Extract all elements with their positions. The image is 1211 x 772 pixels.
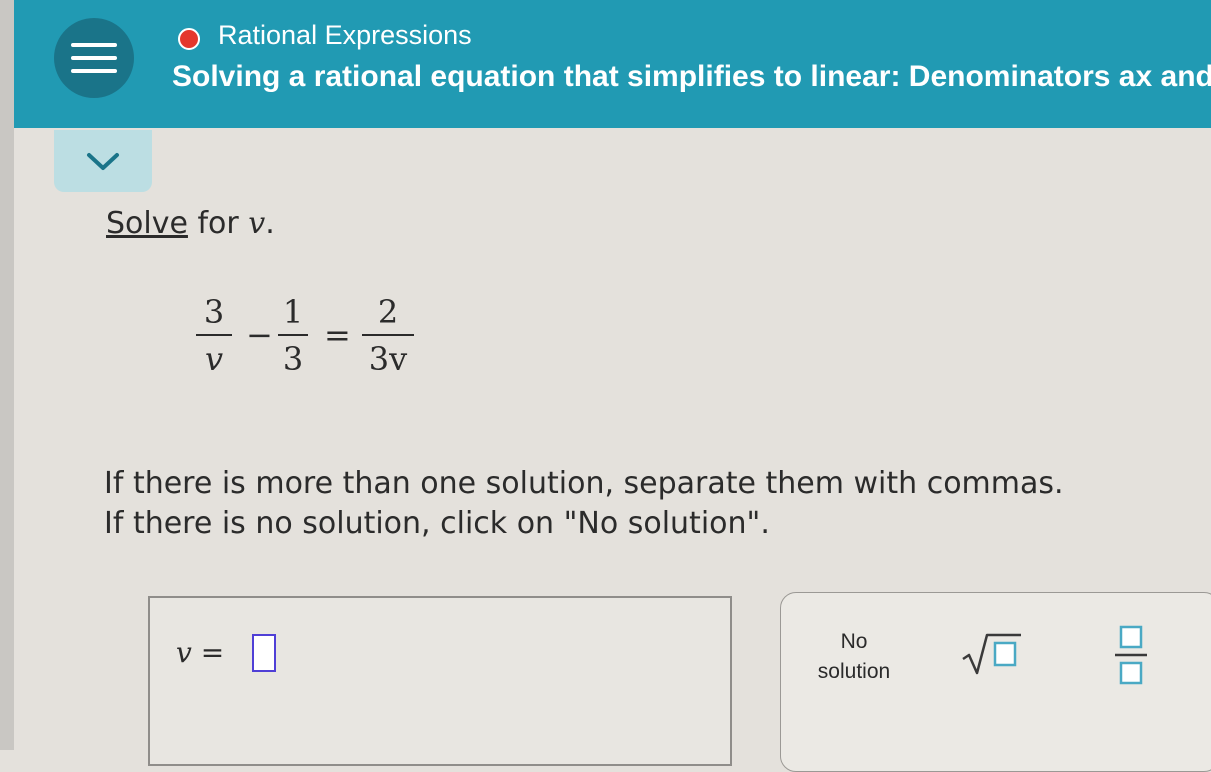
topic-label: Rational Expressions [218, 20, 472, 50]
collapse-button[interactable] [54, 130, 152, 192]
fraction-term-3: 2 3v [362, 292, 414, 380]
solve-link[interactable]: Solve [106, 206, 188, 241]
hamburger-icon [71, 43, 117, 47]
hamburger-icon-bar [71, 69, 117, 73]
status-dot-icon [178, 28, 200, 50]
page-title: Solving a rational equation that simplif… [172, 60, 1211, 93]
math-tools-panel: No solution [780, 592, 1211, 772]
denominator: v [204, 340, 224, 378]
no-solution-button[interactable]: No solution [809, 627, 899, 687]
hamburger-icon-bar [71, 56, 117, 60]
answer-equals: = [200, 636, 225, 669]
instruction-line-2: If there is no solution, click on "No so… [104, 506, 770, 541]
fraction-bar [196, 334, 232, 336]
prompt-period: . [265, 206, 275, 241]
fraction-bar [362, 334, 414, 336]
question-prompt: Solve for v. [106, 206, 275, 241]
answer-input[interactable] [252, 634, 276, 672]
prompt-text: for [187, 206, 249, 241]
prompt-variable: v [248, 206, 266, 241]
menu-button[interactable] [54, 18, 134, 98]
answer-variable: v [176, 636, 192, 669]
chevron-down-icon [87, 153, 119, 170]
fraction-term-1: 3 v [196, 292, 232, 380]
denominator: 3v [368, 340, 408, 378]
answer-label: v = [176, 636, 224, 669]
square-root-button[interactable] [961, 629, 1025, 679]
app-header: Rational Expressions Solving a rational … [14, 0, 1211, 128]
fraction-bar [278, 334, 308, 336]
no-solution-label-1: No [840, 630, 868, 653]
numerator: 2 [377, 293, 399, 331]
numerator: 3 [203, 293, 225, 331]
denominator: 3 [282, 340, 304, 378]
page-edge [0, 0, 14, 750]
minus-operator: − [246, 316, 273, 354]
no-solution-label-2: solution [817, 660, 891, 683]
instruction-line-1: If there is more than one solution, sepa… [104, 466, 1064, 501]
numerator: 1 [282, 293, 304, 331]
equals-operator: = [324, 316, 351, 354]
fraction-button[interactable] [1111, 623, 1151, 687]
instructions: If there is more than one solution, sepa… [104, 464, 1064, 544]
fraction-icon [1115, 625, 1147, 685]
square-root-icon [962, 633, 1021, 675]
fraction-term-2: 1 3 [278, 292, 308, 380]
answer-area: v = [148, 596, 732, 766]
